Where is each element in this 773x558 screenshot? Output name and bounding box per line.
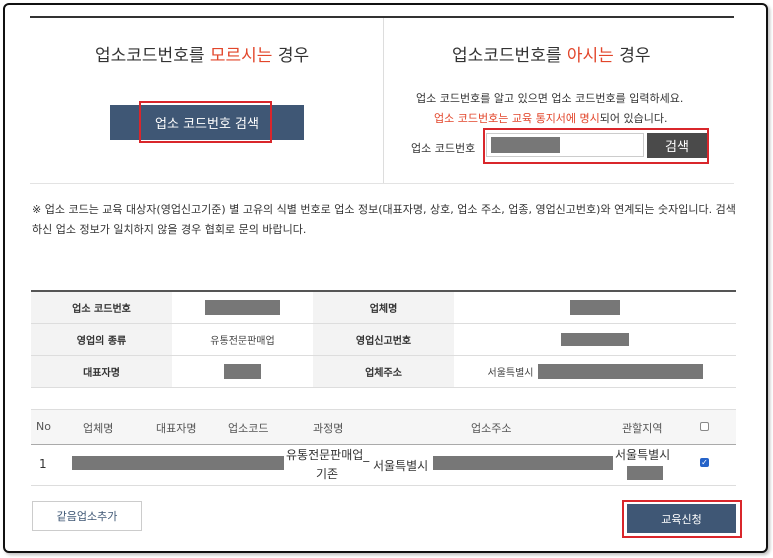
right-desc-1: 업소 코드번호를 알고 있으면 업소 코드번호를 입력하세요.: [416, 92, 684, 105]
right-title-post: 경우: [613, 46, 651, 66]
highlight-box-search-code: [139, 101, 272, 143]
row-course-line2: 기존: [316, 467, 339, 481]
right-title-highlight: 아시는: [566, 46, 614, 66]
redacted-row-info: [72, 456, 284, 470]
value-business-type: 유통전문판매업: [172, 323, 313, 356]
info-row: 대표자명 업체주소 서울특별시: [31, 355, 736, 388]
label-report-no: 영업신고번호: [313, 323, 454, 356]
row-course-line1: 유통전문판매업_: [286, 448, 370, 462]
info-row: 업소 코드번호 업체명: [31, 291, 736, 324]
code-input-label: 업소 코드번호: [411, 142, 476, 155]
right-desc-2-post: 되어 있습니다.: [599, 112, 668, 125]
right-title-pre: 업소코드번호를: [452, 46, 567, 66]
header-no: No: [36, 420, 51, 433]
left-title-highlight: 모르시는: [209, 46, 273, 66]
redacted-row-region: [627, 466, 663, 480]
value-ceo: [172, 355, 313, 388]
label-address: 업체주소: [313, 355, 454, 388]
value-code: [172, 291, 313, 324]
list-table-header: No 업체명 대표자명 업소코드 과정명 업소주소 관할지역: [31, 409, 736, 445]
value-report-no: [454, 323, 736, 356]
redacted-ceo: [224, 364, 261, 379]
header-address: 업소주소: [471, 422, 512, 435]
header-code: 업소코드: [228, 422, 269, 435]
right-desc-2-highlight: 업소 코드번호는 교육 통지서에 명시: [434, 112, 600, 125]
label-business-type: 영업의 종류: [31, 323, 172, 356]
redacted-code-value: [205, 300, 280, 315]
section-divider: [30, 183, 734, 184]
table-row: 1 유통전문판매업_ 기존 서울특별시 서울특별시 ✓: [31, 443, 736, 486]
panel-divider: [383, 18, 384, 183]
right-desc-2: 업소 코드번호는 교육 통지서에 명시되어 있습니다.: [434, 110, 668, 126]
notice-text: ※ 업소 코드는 교육 대상자(영업신고기준) 별 고유의 식별 번호로 업소 …: [32, 203, 736, 236]
redacted-row-address: [433, 456, 613, 470]
row-region: 서울특별시: [615, 448, 671, 462]
redacted-company: [570, 300, 620, 315]
add-same-business-label: 같음업소추가: [56, 510, 118, 523]
header-region: 관할지역: [622, 422, 663, 435]
label-code: 업소 코드번호: [31, 291, 172, 324]
info-row: 영업의 종류 유통전문판매업 영업신고번호: [31, 323, 736, 356]
label-ceo: 대표자명: [31, 355, 172, 388]
header-course: 과정명: [313, 422, 344, 435]
value-address: 서울특별시: [454, 355, 736, 388]
redacted-address: [537, 364, 703, 379]
highlight-box-code-input: [483, 128, 709, 164]
select-all-checkbox[interactable]: [700, 422, 709, 431]
header-company: 업체명: [83, 422, 114, 435]
label-company: 업체명: [313, 291, 454, 324]
right-panel-title: 업소코드번호를 아시는 경우: [452, 41, 651, 66]
top-rule: [30, 16, 734, 18]
left-title-pre: 업소코드번호를: [95, 46, 210, 66]
row-address-city: 서울특별시: [373, 459, 429, 473]
left-panel-title: 업소코드번호를 모르시는 경우: [95, 41, 309, 66]
row-no: 1: [39, 457, 47, 471]
row-checkbox[interactable]: ✓: [700, 458, 709, 467]
business-info-table: 업소 코드번호 업체명 영업의 종류 유통전문판매업 영업신고번호 대표자명 업…: [31, 290, 736, 388]
address-city: 서울특별시: [487, 368, 534, 379]
redacted-report-no: [561, 333, 629, 346]
header-ceo: 대표자명: [156, 422, 197, 435]
highlight-box-apply: [622, 500, 742, 538]
add-same-business-button[interactable]: 같음업소추가: [32, 501, 142, 531]
value-company: [454, 291, 736, 324]
left-title-post: 경우: [272, 46, 310, 66]
